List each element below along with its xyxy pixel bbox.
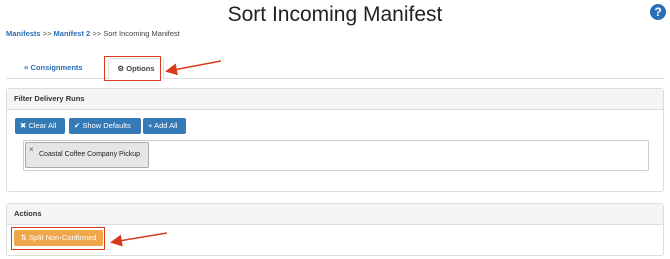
annotation-arrows — [110, 60, 222, 247]
arrow-to-split-button — [110, 232, 168, 247]
arrow-to-options-tab — [165, 60, 222, 76]
